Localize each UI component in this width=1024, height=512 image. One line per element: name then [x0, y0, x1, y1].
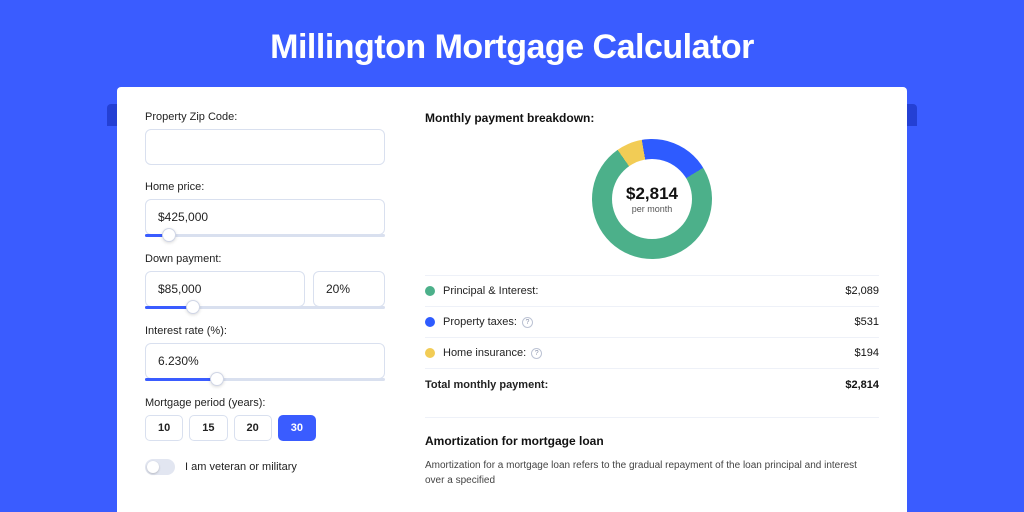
period-button-group: 10 15 20 30	[145, 415, 385, 441]
dot-icon	[425, 317, 435, 327]
down-payment-slider[interactable]	[145, 306, 385, 309]
dot-icon	[425, 348, 435, 358]
amortization-heading: Amortization for mortgage loan	[425, 434, 879, 448]
period-btn-15[interactable]: 15	[189, 415, 227, 441]
total-label: Total monthly payment:	[425, 379, 845, 391]
home-price-label: Home price:	[145, 181, 385, 193]
down-payment-field: Down payment:	[145, 253, 385, 309]
info-icon[interactable]: ?	[531, 348, 542, 359]
dot-icon	[425, 286, 435, 296]
home-price-slider[interactable]	[145, 234, 385, 237]
interest-rate-input[interactable]	[145, 343, 385, 379]
breakdown-row-taxes: Property taxes: ? $531	[425, 306, 879, 337]
breakdown-column: Monthly payment breakdown: $2,814 per mo…	[425, 111, 879, 488]
donut-value: $2,814	[626, 184, 678, 204]
breakdown-row-total: Total monthly payment: $2,814	[425, 368, 879, 401]
row-label: Property taxes: ?	[443, 316, 855, 328]
slider-thumb-icon[interactable]	[210, 372, 224, 386]
breakdown-row-principal: Principal & Interest: $2,089	[425, 275, 879, 306]
period-btn-30[interactable]: 30	[278, 415, 316, 441]
mortgage-period-field: Mortgage period (years): 10 15 20 30	[145, 397, 385, 441]
row-label: Home insurance: ?	[443, 347, 855, 359]
donut-chart-wrap: $2,814 per month	[425, 139, 879, 259]
zip-input[interactable]	[145, 129, 385, 165]
inputs-column: Property Zip Code: Home price: Down paym…	[145, 111, 385, 488]
amortization-text: Amortization for a mortgage loan refers …	[425, 458, 879, 488]
info-icon[interactable]: ?	[522, 317, 533, 328]
donut-sub: per month	[632, 204, 673, 214]
interest-rate-slider[interactable]	[145, 378, 385, 381]
zip-field: Property Zip Code:	[145, 111, 385, 165]
total-value: $2,814	[845, 379, 879, 391]
row-value: $2,089	[845, 285, 879, 297]
veteran-toggle-row: I am veteran or military	[145, 459, 385, 475]
veteran-label: I am veteran or military	[185, 461, 297, 473]
donut-center: $2,814 per month	[612, 159, 692, 239]
calculator-card: Property Zip Code: Home price: Down paym…	[117, 87, 907, 512]
interest-rate-label: Interest rate (%):	[145, 325, 385, 337]
home-price-input[interactable]	[145, 199, 385, 235]
slider-thumb-icon[interactable]	[186, 300, 200, 314]
zip-label: Property Zip Code:	[145, 111, 385, 123]
page-title: Millington Mortgage Calculator	[0, 0, 1024, 87]
amortization-section: Amortization for mortgage loan Amortizat…	[425, 417, 879, 488]
donut-chart: $2,814 per month	[568, 115, 735, 282]
breakdown-heading: Monthly payment breakdown:	[425, 111, 879, 125]
down-payment-amount-input[interactable]	[145, 271, 305, 307]
toggle-knob-icon	[147, 461, 159, 473]
row-label: Principal & Interest:	[443, 285, 845, 297]
home-price-field: Home price:	[145, 181, 385, 237]
period-btn-10[interactable]: 10	[145, 415, 183, 441]
down-payment-label: Down payment:	[145, 253, 385, 265]
veteran-toggle[interactable]	[145, 459, 175, 475]
mortgage-period-label: Mortgage period (years):	[145, 397, 385, 409]
interest-rate-field: Interest rate (%):	[145, 325, 385, 381]
breakdown-row-insurance: Home insurance: ? $194	[425, 337, 879, 368]
down-payment-percent-input[interactable]	[313, 271, 385, 307]
row-value: $531	[855, 316, 879, 328]
row-value: $194	[855, 347, 879, 359]
slider-thumb-icon[interactable]	[162, 228, 176, 242]
period-btn-20[interactable]: 20	[234, 415, 272, 441]
